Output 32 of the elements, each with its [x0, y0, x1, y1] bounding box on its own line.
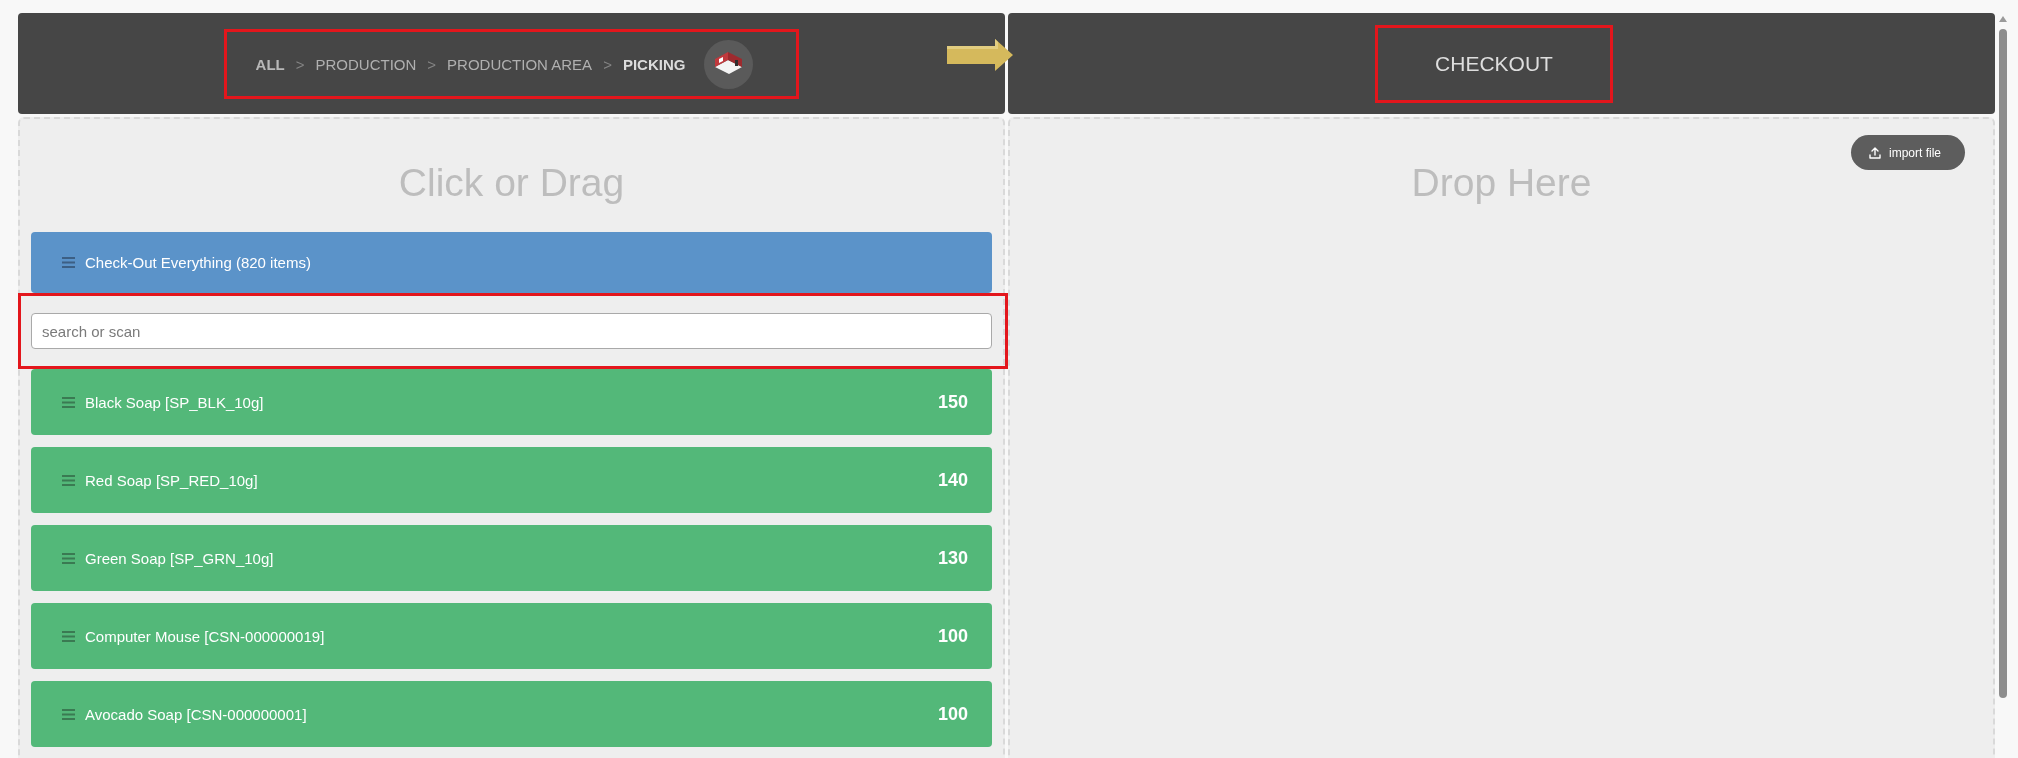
list-item[interactable]: Green Soap [SP_GRN_10g] 130	[31, 525, 992, 591]
breadcrumb-separator: >	[295, 55, 305, 73]
item-quantity: 100	[937, 703, 968, 725]
right-arrow-icon	[947, 39, 1013, 71]
item-quantity: 130	[937, 547, 968, 569]
breadcrumb-link[interactable]: PICKING	[622, 55, 686, 73]
drag-handle-icon[interactable]	[62, 396, 75, 408]
list-item[interactable]: Avocado Soap [CSN-000000001] 100	[31, 681, 992, 747]
breadcrumb-separator: >	[427, 55, 437, 73]
item-quantity: 150	[937, 391, 968, 413]
item-quantity: 100	[937, 625, 968, 647]
list-item[interactable]: Red Soap [SP_RED_10g] 140	[31, 447, 992, 513]
room-icon	[704, 39, 754, 89]
drag-handle-icon[interactable]	[62, 257, 75, 268]
scrollbar-thumb[interactable]	[1999, 29, 2007, 698]
breadcrumb-separator: >	[603, 55, 612, 73]
breadcrumb-link[interactable]: ALL	[255, 55, 285, 73]
import-file-button[interactable]: import file	[1851, 135, 1965, 170]
breadcrumb-link[interactable]: PRODUCTION	[315, 55, 417, 73]
breadcrumb-link[interactable]: PRODUCTION AREA	[447, 55, 593, 73]
list-item[interactable]: Black Soap [SP_BLK_10g] 150	[31, 369, 992, 435]
drag-handle-icon[interactable]	[62, 552, 75, 564]
search-field[interactable]: search or scan	[31, 313, 992, 349]
drag-handle-icon[interactable]	[62, 474, 75, 486]
drag-handle-icon[interactable]	[62, 630, 75, 642]
header-title: CHECKOUT	[1435, 51, 1553, 76]
scroll-up-arrow-icon[interactable]	[1999, 16, 2007, 22]
checkout-all-item[interactable]: Check-Out Everything (820 items)	[31, 232, 992, 293]
drag-handle-icon[interactable]	[62, 708, 75, 720]
upload-icon	[1869, 146, 1881, 159]
list-item[interactable]: Computer Mouse [CSN-000000019] 100	[31, 603, 992, 669]
item-quantity: 140	[937, 469, 968, 491]
